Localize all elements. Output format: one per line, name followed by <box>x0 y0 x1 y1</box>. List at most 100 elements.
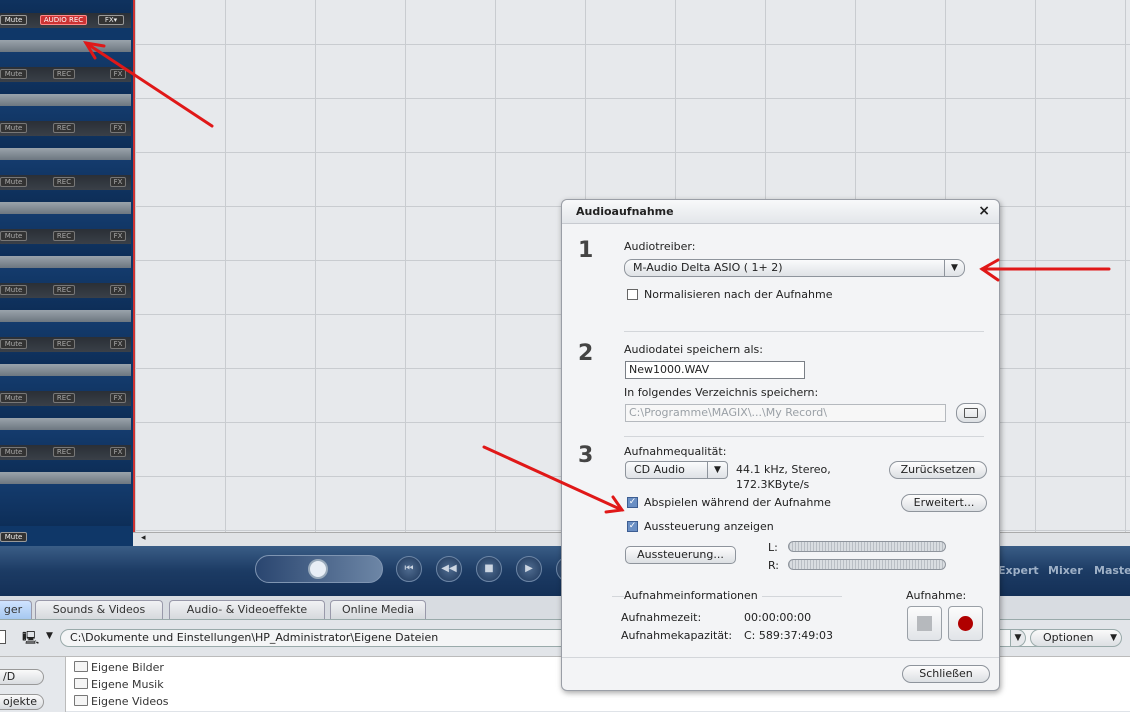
track-header[interactable] <box>0 418 131 430</box>
folder-icon <box>74 678 88 689</box>
divider <box>562 657 999 658</box>
mute-button[interactable]: Mute <box>0 393 27 403</box>
play-during-recording-label: Abspielen während der Aufnahme <box>644 496 831 509</box>
track-controls: Mute REC FX <box>0 67 131 82</box>
track-header[interactable] <box>0 472 131 484</box>
computer-icon[interactable]: 🖳 <box>22 629 39 651</box>
section-number-3: 3 <box>578 443 594 468</box>
directory-input[interactable]: C:\Programme\MAGIX\...\My Record\ <box>625 404 946 422</box>
projects-button[interactable]: ojekte <box>0 694 44 710</box>
fx-button[interactable]: FX <box>110 285 126 295</box>
advanced-button[interactable]: Erweitert... <box>901 494 987 512</box>
fx-button[interactable]: FX <box>110 177 126 187</box>
track-header[interactable] <box>0 310 131 322</box>
chevron-down-icon[interactable]: ▼ <box>46 631 53 641</box>
quality-select[interactable]: CD Audio ▼ <box>625 461 728 479</box>
show-levels-label: Aussteuerung anzeigen <box>644 520 774 533</box>
scroll-left-icon[interactable]: ◂ <box>141 533 146 543</box>
mixer-button[interactable]: Mixer <box>1048 564 1083 577</box>
left-level-meter <box>788 541 946 552</box>
track-header[interactable] <box>0 94 131 106</box>
levels-button[interactable]: Aussteuerung... <box>625 546 736 564</box>
rewind-icon[interactable]: ◀◀ <box>436 556 462 582</box>
tab-sounds-videos[interactable]: Sounds & Videos <box>35 600 163 619</box>
mute-button[interactable]: Mute <box>0 177 27 187</box>
mute-button[interactable]: Mute <box>0 532 27 542</box>
fx-button[interactable]: FX <box>110 447 126 457</box>
fx-button[interactable]: FX <box>110 393 126 403</box>
tab-online-media[interactable]: Online Media <box>330 600 426 619</box>
quality-info-line1: 44.1 kHz, Stereo, <box>736 463 831 476</box>
rec-button[interactable]: REC <box>53 231 75 241</box>
folder-item[interactable]: Eigene Bilder <box>74 661 164 674</box>
filename-input[interactable]: New1000.WAV <box>625 361 805 379</box>
mute-button[interactable]: Mute <box>0 15 27 25</box>
folder-up-icon[interactable] <box>0 630 6 644</box>
mute-button[interactable]: Mute <box>0 123 27 133</box>
file-label: Audiodatei speichern als: <box>624 343 763 356</box>
dialog-titlebar[interactable]: Audioaufnahme × <box>562 200 999 224</box>
track-controls: Mute REC FX <box>0 229 131 244</box>
fx-button[interactable]: FX <box>110 231 126 241</box>
stop-recording-button[interactable] <box>907 606 942 641</box>
track-header[interactable] <box>0 364 131 376</box>
chevron-down-icon: ▼ <box>944 260 964 276</box>
track-controls: Mute REC FX <box>0 283 131 298</box>
driver-value: M-Audio Delta ASIO ( 1+ 2) <box>633 261 783 274</box>
close-button[interactable]: Schließen <box>902 665 990 683</box>
rec-button[interactable]: REC <box>53 285 75 295</box>
rec-button[interactable]: REC <box>53 393 75 403</box>
fx-button[interactable]: FX <box>110 123 126 133</box>
mute-button[interactable]: Mute <box>0 285 27 295</box>
audio-recording-dialog: Audioaufnahme × 1 Audiotreiber: M-Audio … <box>561 199 1000 691</box>
play-icon[interactable]: ▶ <box>516 556 542 582</box>
fx-button[interactable]: FX <box>110 69 126 79</box>
rec-button[interactable]: REC <box>53 177 75 187</box>
driver-select[interactable]: M-Audio Delta ASIO ( 1+ 2) ▼ <box>624 259 965 277</box>
dvd-button[interactable]: /D <box>0 669 44 685</box>
track-10: Mute <box>0 472 131 542</box>
tab-manager[interactable]: ger <box>0 600 32 619</box>
folder-icon <box>74 695 88 706</box>
normalize-checkbox[interactable] <box>627 289 638 300</box>
mute-button[interactable]: Mute <box>0 447 27 457</box>
mute-button[interactable]: Mute <box>0 339 27 349</box>
track-5: Mute REC FX <box>0 202 131 256</box>
audio-rec-button[interactable]: AUDIO REC <box>40 15 87 25</box>
expert-button[interactable]: Expert <box>998 564 1039 577</box>
position-slider[interactable] <box>255 555 383 583</box>
fx-button[interactable]: FX▾ <box>98 15 124 25</box>
rec-button[interactable]: REC <box>53 69 75 79</box>
fx-button[interactable]: FX <box>110 339 126 349</box>
show-levels-checkbox[interactable]: ✓ <box>627 521 638 532</box>
rec-button[interactable]: REC <box>53 447 75 457</box>
reset-button[interactable]: Zurücksetzen <box>889 461 987 479</box>
options-button[interactable]: Optionen ▼ <box>1030 629 1122 647</box>
browse-folder-button[interactable] <box>956 403 986 423</box>
mute-button[interactable]: Mute <box>0 69 27 79</box>
folder-item[interactable]: Eigene Musik <box>74 678 164 691</box>
close-icon[interactable]: × <box>978 203 990 219</box>
master-button[interactable]: Master <box>1094 564 1130 577</box>
play-during-recording-checkbox[interactable]: ✓ <box>627 497 638 508</box>
track-header[interactable] <box>0 202 131 214</box>
position-handle[interactable] <box>308 559 328 579</box>
track-2: Mute REC FX <box>0 40 131 94</box>
tab-effects[interactable]: Audio- & Videoeffekte <box>169 600 325 619</box>
stop-icon <box>917 616 932 631</box>
rec-button[interactable]: REC <box>53 339 75 349</box>
go-to-start-icon[interactable]: ⏮ <box>396 556 422 582</box>
start-recording-button[interactable] <box>948 606 983 641</box>
section-number-2: 2 <box>578 341 594 366</box>
folder-item[interactable]: Eigene Videos <box>74 695 169 708</box>
stop-icon[interactable]: ■ <box>476 556 502 582</box>
track-header[interactable] <box>0 148 131 160</box>
section-number-1: 1 <box>578 238 594 263</box>
rec-button[interactable]: REC <box>53 123 75 133</box>
chevron-down-icon: ▼ <box>707 462 727 478</box>
track-header[interactable] <box>0 256 131 268</box>
mute-button[interactable]: Mute <box>0 231 27 241</box>
track-header[interactable] <box>0 40 131 52</box>
driver-label: Audiotreiber: <box>624 240 696 253</box>
track-controls: Mute REC FX <box>0 391 131 406</box>
